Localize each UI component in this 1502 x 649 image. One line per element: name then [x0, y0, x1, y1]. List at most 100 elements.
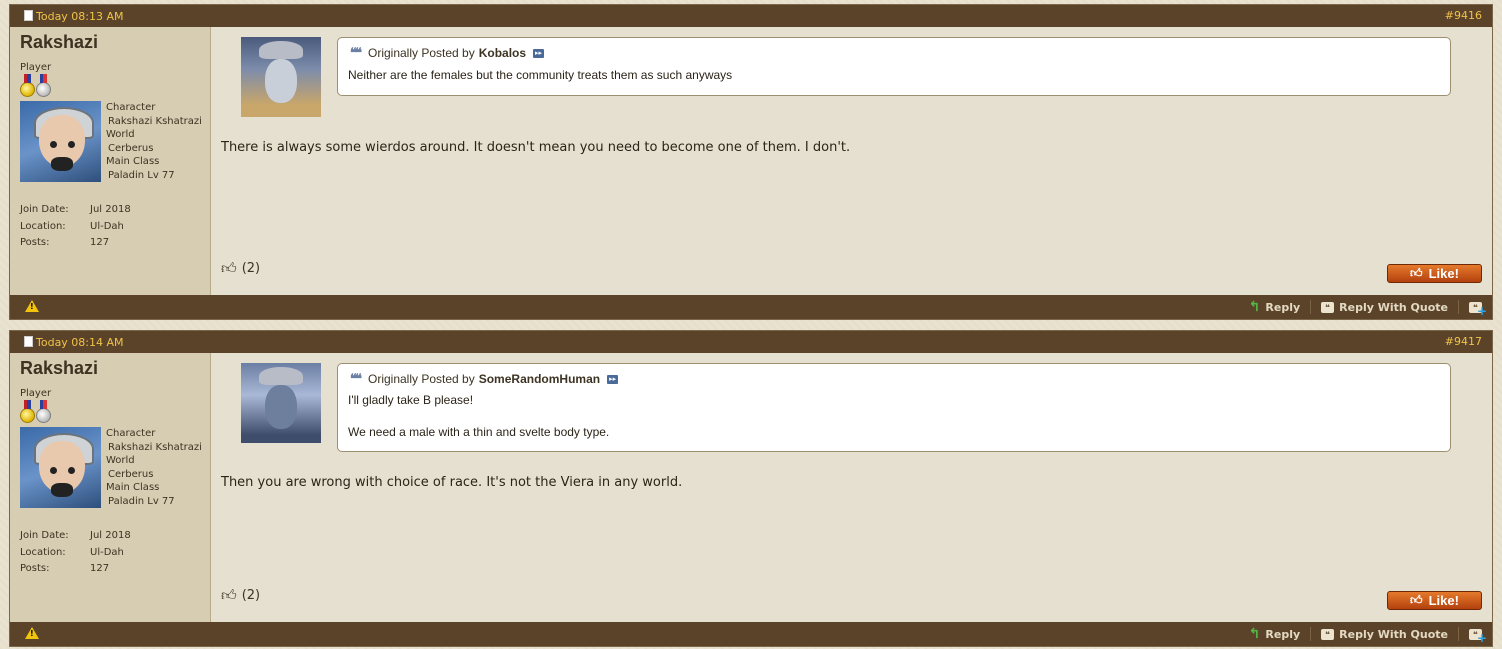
post-date: Today 08:14 AM: [24, 336, 124, 349]
gold-medal-icon: [20, 400, 35, 423]
user-avatar[interactable]: [20, 427, 101, 508]
post-footer: ! ↰ Reply ❝ Reply With Quote ❝ +: [10, 295, 1492, 319]
reply-arrow-icon: ↰: [1248, 299, 1261, 315]
thumbs-up-icon: 👍︎: [221, 259, 237, 277]
thumbs-up-icon: 👍︎: [221, 586, 237, 604]
reply-label: Reply: [1265, 627, 1301, 641]
like-button[interactable]: 👍︎ Like!: [1387, 591, 1482, 610]
reply-with-quote-button[interactable]: ❝ Reply With Quote: [1311, 627, 1459, 641]
like-button-label: Like!: [1428, 266, 1459, 281]
character-name: Rakshazi Kshatrazi: [108, 115, 202, 127]
post-footer: ! ↰ Reply ❝ Reply With Quote ❝ +: [10, 622, 1492, 646]
character-name: Rakshazi Kshatrazi: [108, 441, 202, 453]
main-class: Paladin Lv 77: [108, 169, 175, 181]
reply-with-quote-label: Reply With Quote: [1339, 300, 1448, 314]
join-date-label: Join Date:: [20, 204, 69, 215]
username-link[interactable]: Rakshazi: [20, 32, 98, 53]
join-date-label: Join Date:: [20, 530, 69, 541]
medals: [20, 400, 52, 423]
quote-bubble-icon: ❝: [1321, 301, 1335, 313]
location-label: Location:: [20, 220, 66, 232]
likes-count[interactable]: 👍︎ (2): [221, 259, 260, 278]
multi-quote-plus-icon: ❝ +: [1469, 301, 1487, 317]
post-count: 127: [90, 237, 110, 248]
gold-medal-icon: [20, 74, 35, 97]
post-date-text: Today 08:13 AM: [36, 10, 124, 23]
post: Today 08:13 AM #9416 Rakshazi Player Cha…: [9, 4, 1493, 320]
world-name: Cerberus: [108, 142, 154, 154]
post-header: Today 08:13 AM #9416: [10, 5, 1492, 27]
like-button[interactable]: 👍︎ Like!: [1387, 264, 1482, 283]
quoted-user-avatar[interactable]: [241, 363, 321, 443]
multi-quote-plus-icon: ❝ +: [1469, 628, 1487, 644]
silver-medal-icon: [36, 74, 51, 97]
post-count: 127: [90, 563, 110, 574]
world-label: World: [106, 455, 135, 466]
multi-quote-button[interactable]: ❝ +: [1459, 627, 1492, 644]
user-stats: Join Date: Jul 2018 Location: Ul-Dah Posts…: [20, 202, 131, 252]
warning-icon[interactable]: !: [25, 300, 39, 312]
reply-with-quote-label: Reply With Quote: [1339, 627, 1448, 641]
character-label: Character: [106, 428, 156, 439]
quote-text: We need a male with a thin and svelte bo…: [348, 425, 610, 439]
main-class-label: Main Class: [106, 482, 160, 493]
join-date: Jul 2018: [90, 530, 131, 541]
post-header: Today 08:14 AM #9417: [10, 331, 1492, 353]
quote-box: ❝❝ Originally Posted by Kobalos ▸▸ Neith…: [337, 37, 1451, 96]
location-label: Location:: [20, 546, 66, 558]
reply-arrow-icon: ↰: [1248, 626, 1261, 642]
post-content: ❝❝ Originally Posted by SomeRandomHuman …: [211, 353, 1492, 622]
likes-count-text: (2): [241, 588, 261, 603]
posts-label: Posts:: [20, 563, 50, 574]
reply-label: Reply: [1265, 300, 1301, 314]
reply-with-quote-button[interactable]: ❝ Reply With Quote: [1311, 300, 1459, 314]
join-date: Jul 2018: [90, 204, 131, 215]
quote-author: SomeRandomHuman: [478, 372, 601, 386]
location: Ul-Dah: [90, 546, 124, 558]
quote-prefix: Originally Posted by: [368, 372, 475, 386]
likes-count[interactable]: 👍︎ (2): [221, 586, 260, 605]
view-post-icon[interactable]: ▸▸: [533, 48, 545, 58]
user-info-panel: Rakshazi Player Character Rakshazi Kshat…: [10, 353, 211, 622]
document-icon: [24, 10, 33, 21]
post-number-link[interactable]: #9416: [1445, 9, 1482, 22]
quote-prefix: Originally Posted by: [368, 46, 475, 60]
document-icon: [24, 336, 33, 347]
world-name: Cerberus: [108, 468, 154, 480]
post-number-link[interactable]: #9417: [1445, 335, 1482, 348]
quote-header: ❝❝ Originally Posted by SomeRandomHuman …: [350, 371, 619, 387]
character-info: Character Rakshazi Kshatrazi World Cerbe…: [106, 101, 202, 182]
username-link[interactable]: Rakshazi: [20, 358, 98, 379]
quote-text: I'll gladly take B please!: [348, 393, 474, 407]
post-content: ❝❝ Originally Posted by Kobalos ▸▸ Neith…: [211, 27, 1492, 295]
user-title: Player: [20, 388, 52, 399]
character-info: Character Rakshazi Kshatrazi World Cerbe…: [106, 427, 202, 508]
post-date-text: Today 08:14 AM: [36, 336, 124, 349]
quoted-user-avatar[interactable]: [241, 37, 321, 117]
view-post-icon[interactable]: ▸▸: [607, 374, 619, 384]
warning-icon[interactable]: !: [25, 627, 39, 639]
like-button-label: Like!: [1428, 593, 1459, 608]
post-message: Then you are wrong with choice of race. …: [221, 475, 683, 490]
location: Ul-Dah: [90, 220, 124, 232]
user-avatar[interactable]: [20, 101, 101, 182]
world-label: World: [106, 129, 135, 140]
reply-button[interactable]: ↰ Reply: [1239, 299, 1312, 315]
silver-medal-icon: [36, 400, 51, 423]
quote-box: ❝❝ Originally Posted by SomeRandomHuman …: [337, 363, 1451, 452]
post: Today 08:14 AM #9417 Rakshazi Player Cha…: [9, 330, 1493, 647]
quote-text: Neither are the females but the communit…: [348, 68, 733, 82]
user-title: Player: [20, 62, 52, 73]
medals: [20, 74, 52, 97]
user-stats: Join Date: Jul 2018 Location: Ul-Dah Posts…: [20, 528, 131, 578]
thumbs-up-icon: 👍︎: [1410, 593, 1423, 607]
quote-bubble-icon: ❝: [1321, 628, 1335, 640]
multi-quote-button[interactable]: ❝ +: [1459, 300, 1492, 317]
reply-button[interactable]: ↰ Reply: [1239, 626, 1312, 642]
quote-author: Kobalos: [478, 46, 527, 60]
likes-count-text: (2): [241, 261, 261, 276]
posts-label: Posts:: [20, 237, 50, 248]
quote-icon: ❝❝: [350, 371, 362, 386]
character-label: Character: [106, 102, 156, 113]
user-info-panel: Rakshazi Player Character Rakshazi Kshat…: [10, 27, 211, 295]
